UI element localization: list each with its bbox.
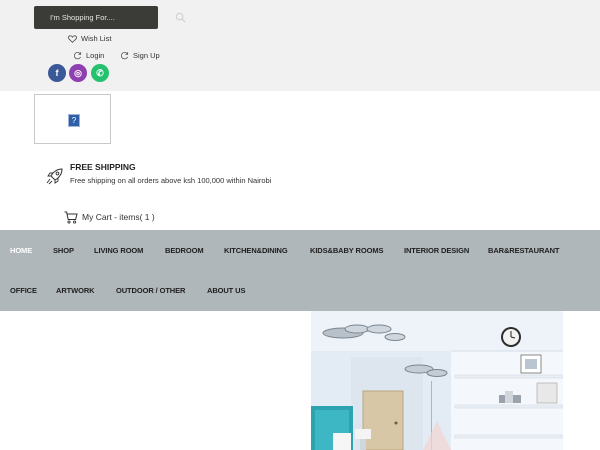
refresh-icon xyxy=(120,52,129,60)
nav-item-bar-restaurant[interactable]: BAR&RESTAURANT xyxy=(488,246,559,255)
nav-item-outdoor-other[interactable]: OUTDOOR / OTHER xyxy=(116,286,185,295)
wishlist-label: Wish List xyxy=(81,34,112,43)
search-placeholder: I'm Shopping For.... xyxy=(50,13,115,22)
shipping-text: Free shipping on all orders above ksh 10… xyxy=(70,176,272,185)
broken-image-icon: ? xyxy=(68,114,80,127)
login-link[interactable]: Login xyxy=(73,51,104,60)
nav-item-living-room[interactable]: LIVING ROOM xyxy=(94,246,143,255)
cart-icon[interactable] xyxy=(64,211,78,224)
nav-item-kids-baby-rooms[interactable]: KIDS&BABY ROOMS xyxy=(310,246,383,255)
nav-item-interior-design[interactable]: INTERIOR DESIGN xyxy=(404,246,469,255)
search-icon[interactable] xyxy=(175,12,186,23)
nav-item-home[interactable]: HOME xyxy=(10,246,32,255)
heart-icon xyxy=(68,34,77,43)
main-navigation: HOME SHOP LIVING ROOM BEDROOM KITCHEN&DI… xyxy=(0,230,600,311)
hero-banner-image[interactable] xyxy=(311,311,563,450)
bedroom-interior-photo xyxy=(311,311,563,450)
nav-item-shop[interactable]: SHOP xyxy=(53,246,74,255)
search-input[interactable]: I'm Shopping For.... xyxy=(34,6,186,29)
nav-item-kitchen-dining[interactable]: KITCHEN&DINING xyxy=(224,246,288,255)
refresh-icon xyxy=(73,52,82,60)
instagram-icon[interactable]: ◎ xyxy=(69,64,87,82)
facebook-icon[interactable]: f xyxy=(48,64,66,82)
signup-link[interactable]: Sign Up xyxy=(120,51,160,60)
nav-item-office[interactable]: OFFICE xyxy=(10,286,37,295)
shipping-title: FREE SHIPPING xyxy=(70,162,136,172)
wishlist-link[interactable]: Wish List xyxy=(68,34,111,43)
nav-item-about-us[interactable]: ABOUT US xyxy=(207,286,245,295)
signup-label: Sign Up xyxy=(133,51,160,60)
header-top-bar: I'm Shopping For.... Wish List Login Sig… xyxy=(0,0,600,91)
login-label: Login xyxy=(86,51,105,60)
cart-link[interactable]: My Cart - items( 1 ) xyxy=(82,212,155,222)
whatsapp-icon[interactable]: ✆ xyxy=(91,64,109,82)
site-logo[interactable]: ? xyxy=(34,94,111,144)
nav-item-bedroom[interactable]: BEDROOM xyxy=(165,246,204,255)
rocket-icon xyxy=(46,168,63,185)
nav-item-artwork[interactable]: ARTWORK xyxy=(56,286,95,295)
